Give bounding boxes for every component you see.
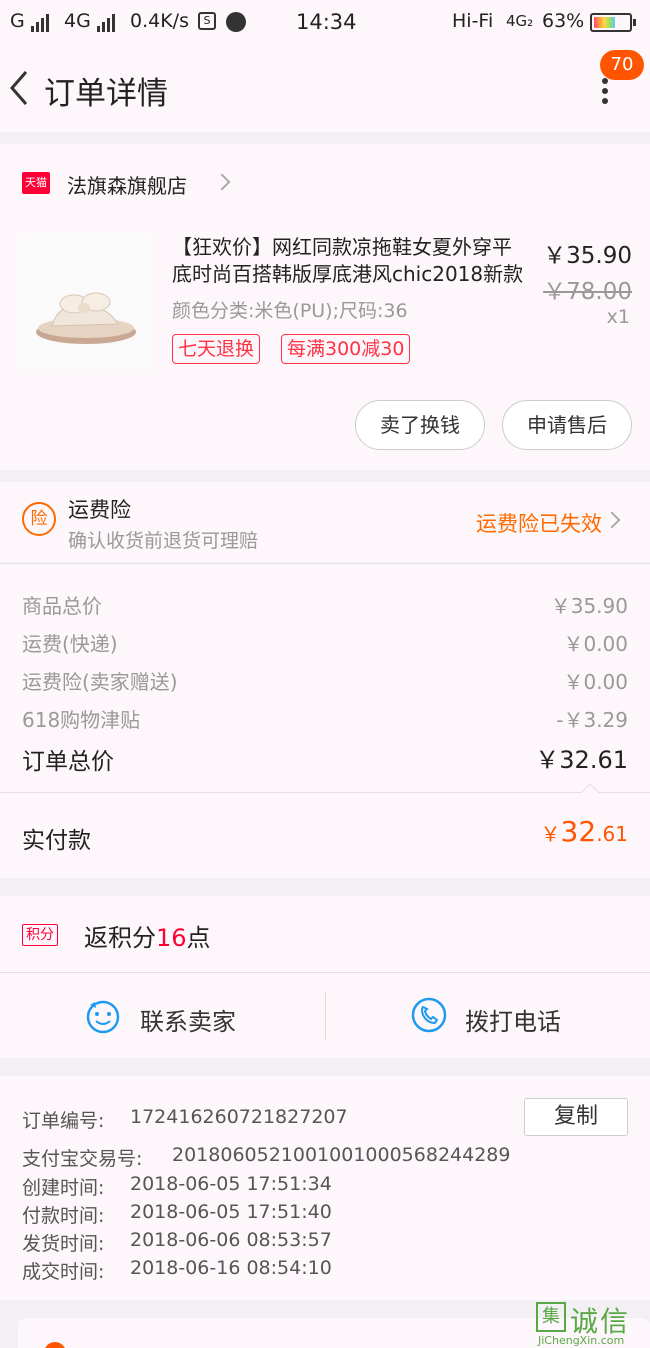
network-label: 4G	[64, 10, 117, 32]
after-sale-button[interactable]: 申请售后	[502, 400, 632, 450]
shipping-label: 运费(快递)	[22, 632, 118, 656]
chevron-right-icon	[213, 173, 231, 191]
paid-value: ￥32.61	[541, 815, 628, 848]
phone-icon	[411, 997, 447, 1033]
order-info: 订单编号: 172416260721827207 复制 支付宝交易号: 201806…	[0, 1076, 650, 1300]
product-item[interactable]: 【狂欢价】网红同款凉拖鞋女夏外穿平底时尚百搭韩版厚底港风chic2018新款 ￥…	[0, 218, 650, 470]
notice-icon	[44, 1342, 66, 1348]
points-suffix: 点	[186, 924, 211, 952]
network-type: 4G₂	[506, 12, 534, 30]
resell-button[interactable]: 卖了换钱	[355, 400, 485, 450]
sim-icon: S	[198, 12, 216, 30]
call-phone-label: 拨打电话	[465, 1008, 561, 1036]
created-time-label: 创建时间:	[22, 1177, 105, 1199]
shipped-time-value: 2018-06-06 08:53:57	[130, 1229, 332, 1251]
product-title[interactable]: 【狂欢价】网红同款凉拖鞋女夏外穿平底时尚百搭韩版厚底港风chic2018新款	[172, 234, 524, 288]
order-total-label: 订单总价	[22, 749, 114, 775]
call-phone-button[interactable]: 拨打电话	[325, 973, 650, 1059]
paid-time-value: 2018-06-05 17:51:40	[130, 1201, 332, 1223]
insurance-fee-value: ￥0.00	[563, 670, 628, 694]
watermark-url: JiChengXin.com	[538, 1334, 625, 1347]
nav-header: 订单详情 70	[0, 46, 650, 132]
goods-total-label: 商品总价	[22, 594, 102, 618]
points-tag: 积分	[22, 924, 58, 946]
subsidy-label: 618购物津贴	[22, 708, 141, 732]
alipay-trade-row: 支付宝交易号: 2018060521001001000568244289	[22, 1144, 510, 1171]
insurance-title: 运费险	[68, 498, 131, 522]
paid-time-label: 付款时间:	[22, 1205, 105, 1227]
paid-time-row: 付款时间: 2018-06-05 17:51:40	[22, 1201, 332, 1228]
product-quantity: x1	[606, 306, 630, 328]
contact-bar: 联系卖家 拨打电话	[0, 972, 650, 1058]
watermark-logo: 集 诚信 JiChengXin.com	[532, 1300, 650, 1348]
completed-time-row: 成交时间: 2018-06-16 08:54:10	[22, 1257, 332, 1284]
back-arrow-icon[interactable]	[6, 68, 36, 108]
points-value: 16	[156, 924, 187, 952]
insurance-subtitle: 确认收货前退货可理赔	[68, 530, 259, 552]
paid-integer: 32	[560, 815, 597, 848]
shop-name[interactable]: 法旗森旗舰店	[67, 170, 187, 199]
battery-percent: 63%	[542, 10, 585, 32]
carrier-label: G	[10, 10, 51, 32]
created-time-value: 2018-06-05 17:51:34	[130, 1173, 332, 1195]
product-original-price: ￥78.00	[543, 279, 632, 305]
status-bar: G 4G 0.4K/s S 14:34 Hi-Fi 4G₂ 63%	[0, 0, 650, 46]
order-total-value: ￥32.61	[535, 746, 628, 774]
product-price: ￥35.90	[543, 243, 632, 269]
globe-icon	[226, 12, 246, 32]
clock: 14:34	[296, 10, 357, 34]
paid-currency: ￥	[540, 822, 561, 846]
paid-label: 实付款	[22, 828, 91, 854]
points-row: 积分 返积分16点	[0, 896, 650, 972]
completed-time-value: 2018-06-16 08:54:10	[130, 1257, 332, 1279]
paid-amount-row: 实付款 ￥32.61	[0, 792, 650, 878]
shipped-time-row: 发货时间: 2018-06-06 08:53:57	[22, 1229, 332, 1256]
paid-decimal: .61	[596, 822, 628, 846]
signal-icon	[30, 10, 51, 32]
chat-icon	[86, 1000, 120, 1034]
alipay-trade-value: 2018060521001001000568244289	[172, 1144, 511, 1166]
watermark-mark: 集	[536, 1302, 566, 1332]
points-prefix: 返积分	[84, 924, 156, 952]
shop-row[interactable]: 天猫 法旗森旗舰店	[0, 144, 650, 218]
tag-seven-day-return: 七天退换	[172, 334, 261, 364]
insurance-fee-label: 运费险(卖家赠送)	[22, 670, 178, 694]
price-breakdown: 商品总价 ￥35.90 运费(快递) ￥0.00 运费险(卖家赠送) ￥0.00…	[0, 563, 650, 792]
shipped-time-label: 发货时间:	[22, 1233, 105, 1255]
battery-icon	[590, 13, 636, 32]
contact-seller-button[interactable]: 联系卖家	[0, 973, 325, 1059]
more-menu-icon[interactable]	[598, 78, 612, 108]
order-number-value: 172416260721827207	[130, 1106, 348, 1128]
insurance-icon: 险	[22, 502, 56, 536]
network-speed: 0.4K/s	[130, 10, 189, 32]
created-time-row: 创建时间: 2018-06-05 17:51:34	[22, 1173, 332, 1200]
tag-promotion: 每满300减30	[281, 334, 411, 364]
tmall-logo-icon: 天猫	[22, 172, 50, 194]
hifi-label: Hi-Fi	[452, 10, 494, 32]
product-sku: 颜色分类:米色(PU);尺码:36	[172, 300, 408, 322]
completed-time-label: 成交时间:	[22, 1261, 105, 1283]
copy-button[interactable]: 复制	[524, 1098, 628, 1136]
order-number-label: 订单编号:	[22, 1110, 105, 1132]
contact-seller-label: 联系卖家	[140, 1008, 236, 1036]
alipay-trade-label: 支付宝交易号:	[22, 1148, 143, 1170]
page-title: 订单详情	[44, 76, 168, 112]
goods-total-value: ￥35.90	[550, 594, 628, 618]
points-text: 返积分16点	[84, 918, 211, 953]
shipping-insurance-row[interactable]: 险 运费险 确认收货前退货可理赔 运费险已失效	[0, 482, 650, 562]
shipping-value: ￥0.00	[563, 632, 628, 656]
order-number-row: 订单编号: 172416260721827207	[22, 1106, 348, 1133]
chevron-right-icon	[603, 511, 621, 529]
signal-icon	[96, 10, 117, 32]
subsidy-value: -￥3.29	[556, 708, 628, 732]
product-image[interactable]	[18, 234, 154, 370]
insurance-status[interactable]: 运费险已失效	[476, 508, 602, 538]
message-count-badge[interactable]: 70	[600, 50, 644, 80]
